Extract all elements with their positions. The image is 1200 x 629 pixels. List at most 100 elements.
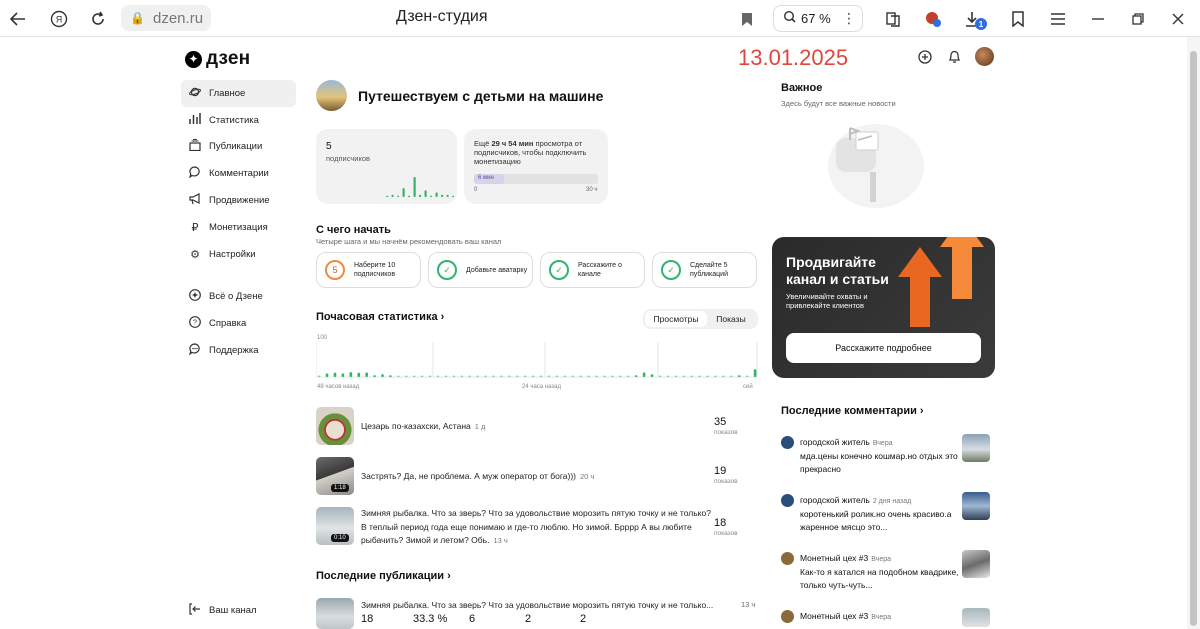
sidebar-item-home[interactable]: Главное: [181, 80, 296, 107]
chart-bar: [698, 375, 701, 377]
comment-item[interactable]: Монетный цех #3 Вчера: [781, 608, 991, 629]
channel-header[interactable]: Путешествуем с детьми на машине: [316, 80, 603, 111]
chart-bar: [714, 375, 717, 377]
step-label: Расскажите о канале: [578, 262, 622, 278]
check-icon: ✓: [437, 260, 457, 280]
chart-bar: [666, 375, 670, 377]
hourly-stats-tabs: Просмотры Показы: [643, 309, 758, 329]
chart-bar: [523, 375, 527, 377]
promo-card[interactable]: Продвигайте канал и статьи Увеличивайте …: [772, 237, 995, 378]
step-about[interactable]: ✓ Расскажите о канале: [540, 252, 645, 288]
step-subscribers[interactable]: 5 Наберите 10 подписчиков: [316, 252, 421, 288]
latest-publications-title[interactable]: Последние публикации ›: [316, 570, 451, 582]
sidebar-item-about-dzen[interactable]: Всё о Дзене: [181, 284, 296, 311]
sidebar-item-settings[interactable]: ⚙ Настройки: [181, 241, 296, 268]
step-publications[interactable]: ✓ Сделайте 5 публикаций: [652, 252, 757, 288]
dzen-logo[interactable]: ✦ дзен: [185, 48, 250, 70]
yandex-logo-icon[interactable]: Я: [47, 7, 71, 31]
sidebar-item-monetization[interactable]: ₽ Монетизация: [181, 214, 296, 241]
kebab-menu-icon[interactable]: ⋮: [842, 10, 856, 27]
chart-bar: [587, 375, 590, 377]
minimize-icon[interactable]: [1086, 7, 1110, 31]
sidebar-item-statistics[interactable]: Статистика: [181, 107, 296, 134]
lock-icon: 🔒: [130, 11, 145, 25]
chart-bar: [397, 375, 400, 377]
chart-bar: [571, 375, 575, 377]
hourly-stats-title[interactable]: Почасовая статистика ›: [316, 311, 444, 323]
comment-item[interactable]: городской житель Вчера мда.цены конечно к…: [781, 434, 991, 474]
sparkline-bar: [452, 195, 455, 197]
collections-icon[interactable]: [881, 7, 905, 31]
user-avatar[interactable]: [975, 47, 994, 66]
close-window-icon[interactable]: [1166, 7, 1190, 31]
promo-learn-more-button[interactable]: Расскажите подробнее: [786, 333, 981, 363]
bookmark-icon[interactable]: [735, 7, 759, 31]
address-bar[interactable]: 🔒 dzen.ru: [121, 5, 211, 31]
monetization-scale-end: 30 ч: [586, 187, 598, 193]
bell-icon[interactable]: [946, 49, 962, 65]
latest-comments-title[interactable]: Последние комментарии ›: [781, 405, 924, 417]
zoom-control[interactable]: 67 % ⋮: [773, 5, 863, 32]
add-icon[interactable]: [917, 49, 933, 65]
sidebar-nav: Главное Статистика Публикации Комментари…: [181, 80, 296, 364]
chart-bar: [682, 375, 686, 377]
channel-name: Путешествуем с детьми на машине: [358, 87, 604, 104]
chart-bar: [325, 373, 329, 377]
bookmarks-panel-icon[interactable]: [1006, 7, 1030, 31]
chart-bar: [531, 375, 535, 377]
comment-item[interactable]: Монетный цех #3 Вчера Как-то я катался на…: [781, 550, 991, 590]
chart-bar: [365, 372, 368, 377]
chart-bar: [508, 375, 511, 377]
your-channel-link[interactable]: Ваш канал: [189, 603, 257, 618]
sidebar-item-publications[interactable]: Публикации: [181, 134, 296, 161]
video-duration: 1:18: [331, 484, 349, 492]
sidebar-item-comments[interactable]: Комментарии: [181, 160, 296, 187]
hamburger-menu-icon[interactable]: [1046, 7, 1070, 31]
chart-bar: [428, 375, 432, 377]
chart-bar: [658, 375, 662, 377]
publication-stat: 33.3 %: [413, 613, 448, 625]
page-scrollbar[interactable]: [1187, 37, 1200, 629]
monetization-card[interactable]: Ещё 29 ч 54 мин просмотра от подписчиков…: [464, 129, 608, 204]
reload-icon[interactable]: [86, 7, 110, 31]
step-avatar[interactable]: ✓ Добавьте аватарку: [428, 252, 533, 288]
publication-title: Застрять? Да, не проблема. А муж операто…: [361, 471, 595, 481]
publication-row[interactable]: 0:10 Зимняя рыбалка. Что за зверь? Что з…: [316, 507, 758, 547]
chart-bar: [753, 369, 757, 377]
scrollbar-thumb[interactable]: [1190, 51, 1197, 626]
gear-icon: ⚙: [190, 248, 200, 261]
sidebar-item-help[interactable]: ? Справка: [181, 310, 296, 337]
sparkline-bar: [408, 195, 411, 197]
chart-bar: [563, 375, 567, 377]
publication-row[interactable]: Цезарь по-казахски, Астана 1 д 35 показов: [316, 407, 758, 447]
latest-publication-row[interactable]: Зимняя рыбалка. Что за зверь? Что за удо…: [316, 598, 758, 629]
back-arrow-icon[interactable]: [6, 7, 30, 31]
sidebar-item-label: Поддержка: [209, 344, 259, 356]
publication-row[interactable]: 1:18 Застрять? Да, не проблема. А муж оп…: [316, 457, 758, 497]
extension-icon[interactable]: [921, 7, 945, 31]
sparkline-bar: [441, 194, 444, 197]
date-overlay: 13.01.2025: [738, 45, 849, 70]
exit-arrow-icon: [189, 603, 201, 618]
sidebar-item-label: Продвижение: [209, 194, 270, 206]
commenter-avatar: [781, 552, 794, 565]
chart-bar: [722, 375, 725, 377]
sidebar-item-promotion[interactable]: Продвижение: [181, 187, 296, 214]
publication-title: Цезарь по-казахски, Астана 1 д: [361, 421, 486, 431]
chart-bar: [500, 375, 503, 377]
chart-bar: [444, 375, 448, 377]
comment-item[interactable]: городской житель 2 дня назад коротенький …: [781, 492, 991, 532]
subscribers-card[interactable]: 5 подписчиков: [316, 129, 457, 204]
dzen-star-icon: ✦: [185, 50, 202, 68]
publication-thumbnail: 0:10: [316, 507, 354, 545]
sidebar-item-support[interactable]: Поддержка: [181, 337, 296, 364]
channel-avatar: [316, 80, 347, 111]
tab-impressions[interactable]: Показы: [707, 311, 755, 327]
tab-views[interactable]: Просмотры: [645, 311, 707, 327]
restore-window-icon[interactable]: [1126, 7, 1150, 31]
sparkline-bar: [435, 192, 438, 197]
address-url: dzen.ru: [153, 10, 204, 27]
monetization-text: Ещё 29 ч 54 мин просмотра от подписчиков…: [474, 139, 587, 166]
chart-bar: [333, 372, 337, 377]
browser-toolbar: Я 🔒 dzen.ru Дзен-студия 67 % ⋮ 1: [0, 0, 1200, 37]
